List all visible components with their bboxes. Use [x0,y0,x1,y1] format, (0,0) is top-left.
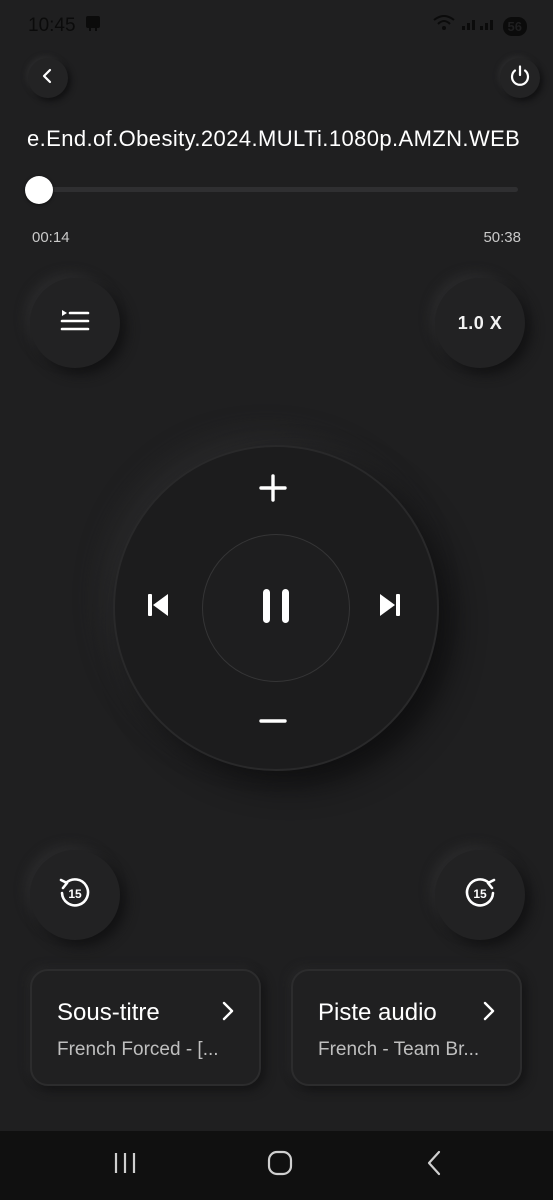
minus-icon [259,713,287,731]
status-time: 10:45 [28,15,76,36]
power-button[interactable] [500,58,540,98]
pause-icon [261,588,291,629]
progress-thumb[interactable] [25,176,54,204]
media-title: e.End.of.Obesity.2024.MULTi.1080p.AMZN.W… [27,126,521,151]
skip-previous-icon [145,592,171,623]
elapsed-time: 00:14 [32,229,70,246]
recents-icon [112,1150,138,1181]
nav-recents-button[interactable] [95,1145,155,1185]
status-left: 10:45 [28,14,102,38]
battery-indicator: 56 [502,16,527,36]
volume-down-button[interactable] [253,702,293,742]
svg-text:15: 15 [473,887,487,901]
status-right: 56 [432,15,527,37]
total-duration: 50:38 [483,229,521,246]
speed-button[interactable]: 1.0 X [435,278,525,368]
progress-track[interactable] [36,187,518,192]
skip-next-icon [377,592,403,623]
system-nav-bar [0,1131,553,1200]
playlist-icon [60,308,90,339]
forward-15-button[interactable]: 15 [435,850,525,940]
previous-button[interactable] [138,587,178,627]
subtitle-value: French Forced - [... [57,1039,219,1060]
replay-15-icon: 15 [57,875,93,916]
playlist-button[interactable] [30,278,120,368]
next-button[interactable] [370,587,410,627]
forward-15-icon: 15 [462,875,498,916]
chevron-left-icon [39,67,57,90]
audio-track-selector[interactable]: Piste audio French - Team Br... [291,969,522,1086]
audio-track-label: Piste audio [318,999,437,1026]
remote-screen: 10:45 56 e.End.of.Obesity.2024.MULTi.108… [0,0,553,1200]
volume-up-button[interactable] [253,470,293,510]
subtitle-header: Sous-titre [57,999,235,1027]
home-icon [267,1150,293,1181]
audio-track-header: Piste audio [318,999,496,1027]
signal-icon [461,15,497,37]
chevron-right-icon [221,1001,235,1026]
wifi-icon [432,15,455,37]
nav-home-button[interactable] [250,1145,310,1185]
speed-label: 1.0 X [457,312,503,333]
notification-icon [84,14,102,38]
audio-track-value: French - Team Br... [318,1039,480,1060]
power-icon [508,64,532,93]
play-pause-button[interactable] [202,534,350,682]
subtitle-selector[interactable]: Sous-titre French Forced - [... [30,969,261,1086]
nav-back-button[interactable] [405,1145,465,1185]
plus-icon [259,473,287,507]
media-title-container: e.End.of.Obesity.2024.MULTi.1080p.AMZN.W… [0,122,553,158]
status-bar: 10:45 56 [0,0,553,52]
nav-back-icon [425,1150,445,1181]
back-button[interactable] [28,58,68,98]
chevron-right-icon [482,1001,496,1026]
subtitle-label: Sous-titre [57,999,160,1026]
rewind-15-button[interactable]: 15 [30,850,120,940]
svg-text:15: 15 [68,887,82,901]
